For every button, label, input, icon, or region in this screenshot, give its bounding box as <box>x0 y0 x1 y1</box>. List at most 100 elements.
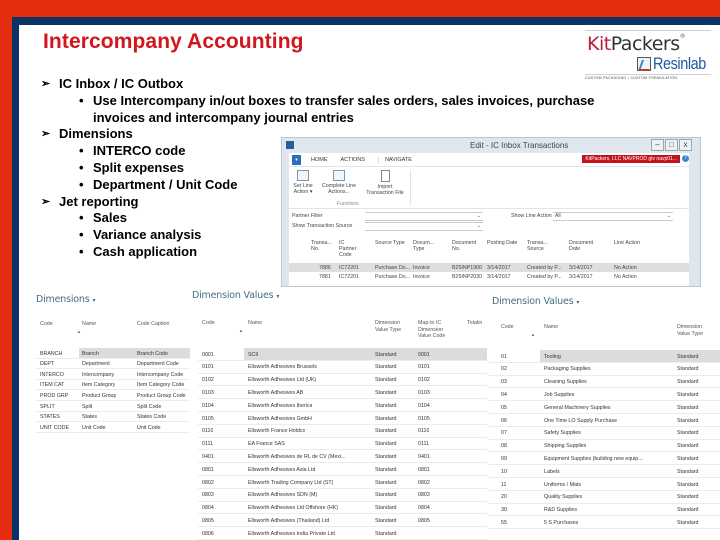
table-row[interactable]: 11 Uniforms / Mats Standard <box>489 478 720 491</box>
sort-ascending-icon[interactable]: ▲ <box>239 328 243 335</box>
show-transaction-source-select[interactable]: ⌄ <box>365 222 483 231</box>
table-row[interactable]: 20 Quality Supplies Standard <box>489 491 720 504</box>
complete-line-actions-button[interactable]: Complete Line Actions... <box>318 170 360 195</box>
close-button[interactable]: x <box>679 139 692 151</box>
table-row[interactable]: 07 Safety Supplies Standard <box>489 427 720 440</box>
table-row[interactable]: DEPT Department Department Code <box>36 359 190 370</box>
tab-navigate[interactable]: NAVIGATE <box>377 156 412 163</box>
column-header-text: Code <box>501 324 514 330</box>
table-cell: Ellsworth France Holdco <box>248 428 306 435</box>
table-row[interactable]: UNIT CODE Unit Code Unit Code <box>36 422 190 433</box>
table-row[interactable]: SPLIT Split Split Code <box>36 401 190 412</box>
table-row[interactable]: 7886 IC72201 Purchase Do... Invoice B25INP19… <box>289 263 689 272</box>
column-header[interactable]: Dimension Value Type <box>375 320 401 333</box>
table-cell: R&D Supplies <box>544 507 577 514</box>
table-row[interactable]: 7881 IC72201 Purchase Do... Invoice B25INP20… <box>289 272 689 281</box>
table-cell: Labels <box>544 468 560 475</box>
column-header[interactable]: Name <box>248 320 262 327</box>
tab-actions[interactable]: ACTIONS <box>341 157 365 163</box>
table-row[interactable]: 0801 Ellsworth Adhesives Asia Ltd Standard… <box>198 463 487 476</box>
table-cell: Standard <box>375 479 397 486</box>
table-row[interactable]: 0803 Ellsworth Adhesives SDN (M) Standard 0… <box>198 489 487 502</box>
sub-bullet-text: INTERCO code <box>93 143 186 159</box>
tab-home[interactable]: HOME <box>311 157 328 163</box>
table-row[interactable]: 0102 Ellsworth Adhesives Ltd (UK) Standard… <box>198 374 487 387</box>
table-row[interactable]: 0001 SCII Standard 0001 <box>198 348 487 361</box>
sort-ascending-icon[interactable]: ▲ <box>531 332 535 339</box>
table-cell: 0804 <box>202 505 214 512</box>
column-header[interactable]: Docum... Type <box>413 240 434 252</box>
table-row[interactable]: INTERCO Intercompany Intercompany Code <box>36 369 190 380</box>
column-header[interactable]: Code <box>202 320 215 327</box>
column-header[interactable]: Document No. <box>452 240 476 252</box>
table-cell: Branch <box>82 350 99 357</box>
table-row[interactable]: 0806 Ellsworth Adhesives India Private Lt… <box>198 527 487 540</box>
set-line-action-button[interactable]: Set Line Action ▾ <box>289 170 317 195</box>
column-header[interactable]: Code <box>40 321 53 328</box>
maximize-button[interactable]: □ <box>665 139 678 151</box>
table-row[interactable]: ITEM CAT Item Category Item Category Code <box>36 380 190 391</box>
table-cell: Ellsworth Adhesives India Private Ltd <box>248 530 335 537</box>
table-cell: Tooling <box>544 353 561 360</box>
import-transaction-file-button[interactable]: Import Transaction File <box>364 170 406 196</box>
table-row[interactable]: 09 Equipment Supplies (building new equip… <box>489 452 720 466</box>
table-row[interactable]: 05 General Machinery Supplies Standard <box>489 401 720 414</box>
table-row[interactable]: 06 One Time LO Supply Purchase Standard <box>489 414 720 427</box>
table-row[interactable]: PROD GRP Product Group Product Group Code <box>36 390 190 401</box>
help-icon[interactable]: ? <box>682 155 689 162</box>
column-header[interactable]: Name <box>82 321 96 328</box>
app-menu-button[interactable]: ▾ <box>292 154 301 165</box>
dimensions-panel: Dimensions ▾ Code Name Code Caption ▲ BRANCH… <box>22 287 194 540</box>
column-header[interactable]: Dimension Value Type <box>677 324 703 337</box>
minimize-button[interactable]: – <box>651 139 664 151</box>
chevron-down-icon[interactable]: ▾ <box>576 299 579 306</box>
column-header[interactable]: Code Caption <box>137 321 169 328</box>
column-header[interactable]: Posting Date <box>487 240 517 246</box>
table-cell: Item Category <box>82 382 116 389</box>
chevron-down-icon[interactable]: ▾ <box>276 293 279 300</box>
table-row[interactable]: 0804 Ellsworth Adhesives Ltd Offshore (HK… <box>198 502 487 515</box>
column-header[interactable]: Transa... Source <box>527 240 548 252</box>
table-cell: Standard <box>375 517 397 524</box>
table-cell: Standard <box>375 351 397 358</box>
table-row[interactable]: 10 Labels Standard <box>489 465 720 478</box>
column-header-text: Source <box>527 246 544 252</box>
table-cell: Ellsworth Trading Company Ltd (ST) <box>248 479 334 486</box>
table-row[interactable]: 04 Job Supplies Standard <box>489 388 720 402</box>
column-header[interactable]: Map-to IC Dimension Value Code <box>418 320 445 340</box>
table-row[interactable]: 0111 EA France SAS Standard 0111 <box>198 438 487 451</box>
table-row[interactable]: 0105 Ellsworth Adhesives GmbH Standard 0105 <box>198 412 487 425</box>
table-row[interactable]: 0103 Ellsworth Adhesives AB Standard 0103 <box>198 386 487 400</box>
column-header[interactable]: Name <box>544 324 558 331</box>
partner-filter-input[interactable]: ⌄ <box>365 212 483 221</box>
table-row[interactable]: 02 Packaging Supplies Standard <box>489 363 720 376</box>
table-row[interactable]: 0805 Ellsworth Adhesives (Thailand) Ltd St… <box>198 514 487 528</box>
table-row[interactable]: 08 Shipping Supplies Standard <box>489 440 720 453</box>
column-header[interactable]: IC Partner Code <box>339 240 356 258</box>
column-header-text: Code <box>339 252 352 258</box>
table-row[interactable]: BRANCH Branch Branch Code <box>36 348 190 359</box>
table-row[interactable]: 30 R&D Supplies Standard <box>489 504 720 517</box>
column-header[interactable]: Source Type <box>375 240 405 246</box>
table-row[interactable]: 55 5 S Purchases Standard <box>489 516 720 530</box>
table-cell: Ellsworth Adhesives de RL de CV (Mexi... <box>248 453 346 460</box>
column-header[interactable]: Code <box>501 324 514 331</box>
company-badge: KitPackers, LLC NAVPROD gtv navp01... <box>582 155 680 163</box>
table-row[interactable]: STATES States States Code <box>36 412 190 423</box>
table-row[interactable]: 0104 Ellsworth Adhesives Iberica Standard 0… <box>198 399 487 412</box>
column-header[interactable]: Document Date <box>569 240 593 252</box>
company-logo: KitPackers® Resinlab CUSTOM PACKAGING • … <box>585 30 715 82</box>
table-row[interactable]: 01 Tooling Standard <box>489 350 720 363</box>
chevron-down-icon[interactable]: ▾ <box>92 297 95 304</box>
table-row[interactable]: 0802 Ellsworth Trading Company Ltd (ST) St… <box>198 476 487 489</box>
show-line-action-select[interactable]: All ⌄ <box>553 212 673 221</box>
table-row[interactable]: 0110 Ellsworth France Holdco Standard 0110 <box>198 425 487 438</box>
dimension-values-panel-1: Dimension Values ▾ Code Name Dimension Value… <box>192 287 487 540</box>
table-row[interactable]: 0101 Ellsworth Adhesives Brussels Standard… <box>198 361 487 374</box>
table-row[interactable]: 0401 Ellsworth Adhesives de RL de CV (Mex… <box>198 450 487 464</box>
sort-ascending-icon[interactable]: ▲ <box>77 329 81 336</box>
column-header[interactable]: Transa... No. <box>311 240 332 252</box>
column-header[interactable]: Totalin <box>467 320 482 327</box>
column-header[interactable]: Line Action <box>614 240 640 246</box>
table-row[interactable]: 03 Cleaning Supplies Standard <box>489 376 720 389</box>
